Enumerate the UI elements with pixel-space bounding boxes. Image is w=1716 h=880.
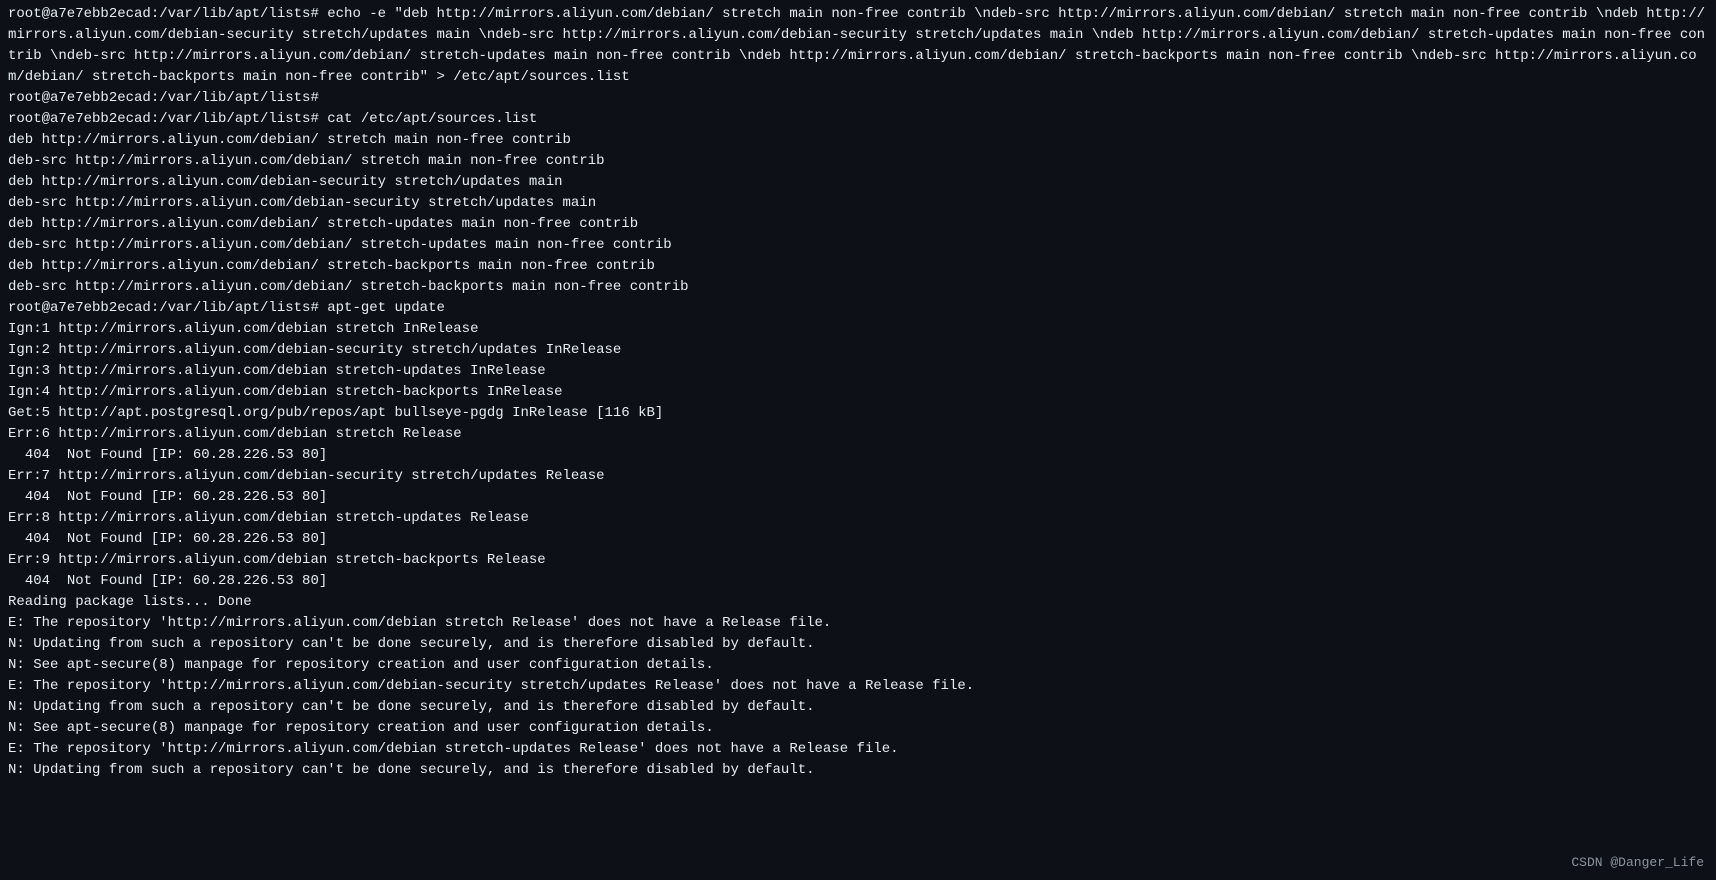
terminal-line: deb http://mirrors.aliyun.com/debian-sec… — [8, 172, 1708, 193]
terminal-line: N: Updating from such a repository can't… — [8, 697, 1708, 718]
terminal-line: deb-src http://mirrors.aliyun.com/debian… — [8, 151, 1708, 172]
terminal-line: 404 Not Found [IP: 60.28.226.53 80] — [8, 571, 1708, 592]
terminal-line: N: See apt-secure(8) manpage for reposit… — [8, 718, 1708, 739]
terminal-line: root@a7e7ebb2ecad:/var/lib/apt/lists# ca… — [8, 109, 1708, 130]
terminal-line: root@a7e7ebb2ecad:/var/lib/apt/lists# — [8, 88, 1708, 109]
terminal-line: Ign:4 http://mirrors.aliyun.com/debian s… — [8, 382, 1708, 403]
terminal-line: root@a7e7ebb2ecad:/var/lib/apt/lists# ap… — [8, 298, 1708, 319]
terminal-line: Ign:2 http://mirrors.aliyun.com/debian-s… — [8, 340, 1708, 361]
terminal-line: N: Updating from such a repository can't… — [8, 634, 1708, 655]
terminal-line: Ign:1 http://mirrors.aliyun.com/debian s… — [8, 319, 1708, 340]
terminal-line: deb http://mirrors.aliyun.com/debian/ st… — [8, 130, 1708, 151]
terminal-line: Err:6 http://mirrors.aliyun.com/debian s… — [8, 424, 1708, 445]
terminal-line: deb-src http://mirrors.aliyun.com/debian… — [8, 277, 1708, 298]
terminal-line: 404 Not Found [IP: 60.28.226.53 80] — [8, 529, 1708, 550]
terminal-output[interactable]: root@a7e7ebb2ecad:/var/lib/apt/lists# ec… — [8, 4, 1708, 781]
terminal-line: 404 Not Found [IP: 60.28.226.53 80] — [8, 487, 1708, 508]
terminal-line: E: The repository 'http://mirrors.aliyun… — [8, 676, 1708, 697]
terminal-line: deb-src http://mirrors.aliyun.com/debian… — [8, 193, 1708, 214]
terminal-line: deb http://mirrors.aliyun.com/debian/ st… — [8, 256, 1708, 277]
terminal-line: Ign:3 http://mirrors.aliyun.com/debian s… — [8, 361, 1708, 382]
terminal-line: Err:9 http://mirrors.aliyun.com/debian s… — [8, 550, 1708, 571]
terminal-line: Reading package lists... Done — [8, 592, 1708, 613]
terminal-line: Err:7 http://mirrors.aliyun.com/debian-s… — [8, 466, 1708, 487]
terminal-line: Err:8 http://mirrors.aliyun.com/debian s… — [8, 508, 1708, 529]
terminal-line: deb-src http://mirrors.aliyun.com/debian… — [8, 235, 1708, 256]
terminal-line: root@a7e7ebb2ecad:/var/lib/apt/lists# ec… — [8, 4, 1708, 88]
terminal-line: E: The repository 'http://mirrors.aliyun… — [8, 739, 1708, 760]
terminal-line: 404 Not Found [IP: 60.28.226.53 80] — [8, 445, 1708, 466]
terminal-line: Get:5 http://apt.postgresql.org/pub/repo… — [8, 403, 1708, 424]
terminal-line: deb http://mirrors.aliyun.com/debian/ st… — [8, 214, 1708, 235]
terminal-line: N: Updating from such a repository can't… — [8, 760, 1708, 781]
terminal-line: E: The repository 'http://mirrors.aliyun… — [8, 613, 1708, 634]
watermark-text: CSDN @Danger_Life — [1571, 853, 1704, 873]
terminal-line: N: See apt-secure(8) manpage for reposit… — [8, 655, 1708, 676]
